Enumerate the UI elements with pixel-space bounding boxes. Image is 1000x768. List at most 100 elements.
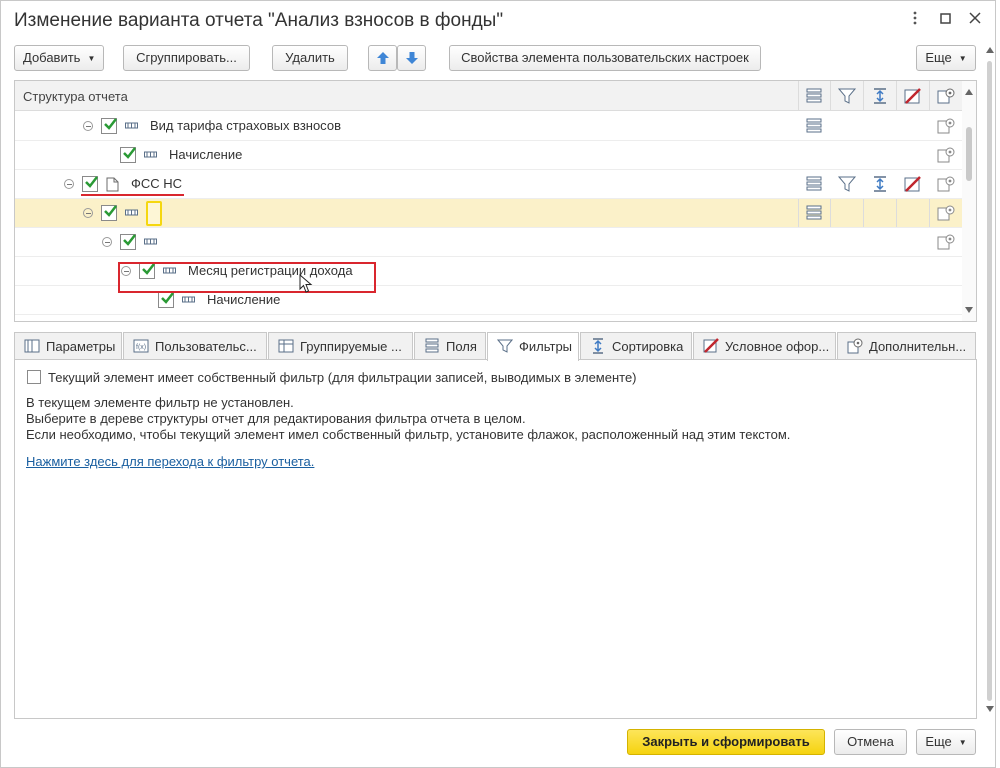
- element-properties-button[interactable]: Свойства элемента пользовательских настр…: [449, 45, 761, 71]
- filters-panel: Текущий элемент имеет собственный фильтр…: [14, 359, 977, 719]
- svg-text:f(x): f(x): [136, 344, 146, 351]
- annotation-highlight-box: [118, 262, 376, 293]
- tab-parameters[interactable]: Параметры: [14, 332, 122, 360]
- report-filter-link[interactable]: Нажмите здесь для перехода к фильтру отч…: [26, 454, 314, 469]
- arrow-down-icon: [405, 52, 418, 64]
- collapse-toggle-icon[interactable]: [83, 121, 93, 131]
- footer-more-button[interactable]: Еще ▼: [916, 729, 976, 755]
- grouping-icon: [278, 339, 294, 353]
- column-divider: [798, 81, 799, 110]
- settings-icon[interactable]: [936, 204, 956, 222]
- scroll-up-icon[interactable]: [965, 89, 973, 95]
- settings-icon[interactable]: [936, 87, 956, 105]
- sort-icon[interactable]: [870, 87, 890, 105]
- column-divider: [896, 81, 897, 110]
- maximize-icon[interactable]: [935, 11, 955, 33]
- tree-header-label: Структура отчета: [23, 89, 128, 104]
- collapse-toggle-icon[interactable]: [102, 237, 112, 247]
- group-button-label: Сгруппировать...: [136, 50, 237, 65]
- settings-icon[interactable]: [936, 175, 956, 193]
- group-button[interactable]: Сгруппировать...: [123, 45, 250, 71]
- fields-icon[interactable]: [804, 87, 824, 105]
- scroll-down-icon[interactable]: [986, 706, 994, 712]
- tree-row-selected[interactable]: [15, 199, 963, 228]
- column-divider: [830, 81, 831, 110]
- info-line: Если необходимо, чтобы текущий элемент и…: [26, 427, 791, 442]
- tab-custom-fields[interactable]: f(x) Пользовательс...: [123, 332, 267, 360]
- tab-sorting[interactable]: Сортировка: [580, 332, 692, 360]
- field-group-icon: [125, 209, 138, 216]
- annotation-underline: [81, 194, 184, 196]
- column-divider: [863, 199, 864, 227]
- footer-more-label: Еще: [925, 734, 952, 749]
- tab-label: Дополнительн...: [869, 339, 967, 354]
- tab-grouping[interactable]: Группируемые ...: [268, 332, 413, 360]
- fields-icon[interactable]: [804, 117, 824, 135]
- scroll-down-icon[interactable]: [965, 307, 973, 313]
- more-button[interactable]: Еще ▼: [916, 45, 976, 71]
- scroll-up-icon[interactable]: [986, 47, 994, 53]
- conditional-format-icon[interactable]: [903, 175, 923, 193]
- row-checkbox[interactable]: [82, 176, 98, 192]
- fields-icon[interactable]: [804, 175, 824, 193]
- tab-additional[interactable]: Дополнительн...: [837, 332, 976, 360]
- filter-icon: [497, 339, 513, 353]
- scroll-thumb[interactable]: [987, 61, 992, 701]
- tab-label: Условное офор...: [725, 339, 830, 354]
- collapse-toggle-icon[interactable]: [64, 179, 74, 189]
- delete-button[interactable]: Удалить: [272, 45, 348, 71]
- fields-icon[interactable]: [804, 204, 824, 222]
- mouse-cursor-icon: [299, 274, 313, 293]
- dropdown-caret-icon: ▼: [958, 53, 967, 63]
- cancel-button[interactable]: Отмена: [834, 729, 907, 755]
- more-vertical-icon[interactable]: [905, 11, 925, 33]
- tree-header: Структура отчета: [15, 81, 963, 111]
- own-filter-checkbox[interactable]: [27, 370, 41, 384]
- tree-scrollbar[interactable]: [962, 81, 976, 321]
- row-label: Начисление: [207, 292, 281, 307]
- tree-row[interactable]: [15, 228, 963, 257]
- parameters-icon: [24, 339, 40, 353]
- close-icon[interactable]: [965, 11, 985, 33]
- scroll-thumb[interactable]: [966, 127, 972, 181]
- settings-icon: [847, 338, 863, 354]
- tab-label: Группируемые ...: [300, 339, 402, 354]
- tab-label: Фильтры: [519, 339, 573, 354]
- column-divider: [863, 81, 864, 110]
- move-down-button[interactable]: [397, 45, 426, 71]
- settings-icon[interactable]: [936, 233, 956, 251]
- custom-fields-icon: f(x): [133, 339, 149, 353]
- column-divider: [929, 199, 930, 227]
- tab-filters[interactable]: Фильтры: [487, 332, 579, 361]
- move-up-button[interactable]: [368, 45, 397, 71]
- conditional-format-icon[interactable]: [903, 87, 923, 105]
- settings-icon[interactable]: [936, 146, 956, 164]
- settings-icon[interactable]: [936, 117, 956, 135]
- row-checkbox[interactable]: [101, 118, 117, 134]
- row-checkbox[interactable]: [120, 234, 136, 250]
- more-button-label: Еще: [925, 50, 952, 65]
- own-filter-label: Текущий элемент имеет собственный фильтр…: [48, 370, 637, 385]
- cancel-button-label: Отмена: [847, 734, 894, 749]
- sort-icon[interactable]: [870, 175, 890, 193]
- collapse-toggle-icon[interactable]: [83, 208, 93, 218]
- sort-icon: [593, 338, 603, 354]
- close-and-generate-label: Закрыть и сформировать: [642, 734, 810, 749]
- row-checkbox[interactable]: [158, 292, 174, 308]
- row-checkbox[interactable]: [101, 205, 117, 221]
- row-checkbox[interactable]: [120, 147, 136, 163]
- close-and-generate-button[interactable]: Закрыть и сформировать: [627, 729, 825, 755]
- tree-row[interactable]: Вид тарифа страховых взносов: [15, 112, 963, 141]
- tree-row[interactable]: Начисление: [15, 141, 963, 170]
- filter-icon[interactable]: [837, 175, 857, 193]
- info-line: В текущем элементе фильтр не установлен.: [26, 395, 294, 410]
- tab-fields[interactable]: Поля: [414, 332, 486, 360]
- column-divider: [798, 199, 799, 227]
- tab-conditional-format[interactable]: Условное офор...: [693, 332, 836, 360]
- element-properties-label: Свойства элемента пользовательских настр…: [461, 50, 749, 65]
- empty-label-editor[interactable]: [146, 201, 162, 226]
- dialog-window: Изменение варианта отчета "Анализ взносо…: [0, 0, 996, 768]
- add-button[interactable]: Добавить ▼: [14, 45, 104, 71]
- filter-icon[interactable]: [837, 87, 857, 105]
- dialog-scrollbar[interactable]: [985, 47, 995, 717]
